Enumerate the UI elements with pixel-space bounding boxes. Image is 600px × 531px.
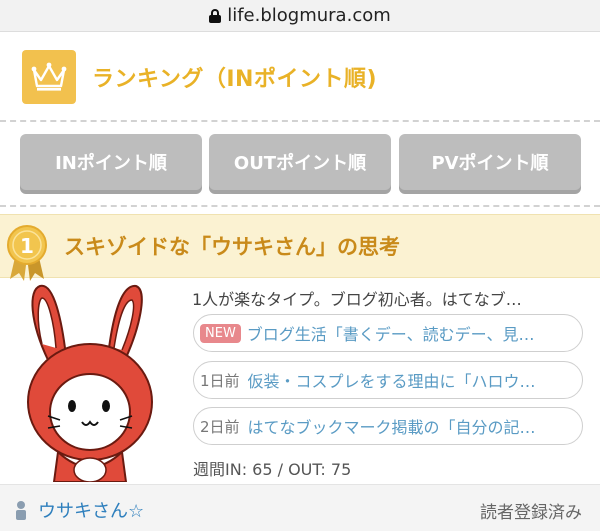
blog-avatar[interactable] bbox=[0, 282, 186, 482]
post-title: 仮装・コスプレをする理由に「ハロウ… bbox=[247, 372, 536, 391]
person-icon bbox=[16, 501, 26, 520]
sort-tabs: INポイント順 OUTポイント順 PVポイント順 bbox=[20, 134, 582, 190]
post-date: 2日前 bbox=[200, 417, 240, 436]
recent-post-item[interactable]: 2日前 はてなブックマーク掲載の「自分の記… bbox=[193, 407, 583, 445]
tab-out-points[interactable]: OUTポイント順 bbox=[209, 134, 391, 190]
crown-icon bbox=[22, 50, 76, 104]
post-title: はてなブックマーク掲載の「自分の記… bbox=[247, 418, 536, 437]
author-name: ウサキさん☆ bbox=[38, 501, 145, 522]
divider bbox=[0, 205, 600, 207]
url-text: life.blogmura.com bbox=[227, 5, 391, 26]
divider bbox=[0, 120, 600, 122]
rank-medal-icon: 1 bbox=[6, 223, 48, 283]
new-badge: NEW bbox=[200, 323, 241, 343]
blog-description: 1人が楽なタイプ。ブログ初心者。はてなブ… bbox=[192, 290, 522, 309]
recent-post-item[interactable]: NEW ブログ生活「書くデー、読むデー、見… bbox=[193, 314, 583, 352]
address-bar[interactable]: life.blogmura.com bbox=[0, 0, 600, 32]
post-date: 1日前 bbox=[200, 371, 240, 390]
weekly-stats: 週間IN: 65 / OUT: 75 bbox=[193, 460, 352, 479]
post-title: ブログ生活「書くデー、読むデー、見… bbox=[246, 325, 535, 344]
recent-post-item[interactable]: 1日前 仮装・コスプレをする理由に「ハロウ… bbox=[193, 361, 583, 399]
ranking-header: ランキング（INポイント順) bbox=[0, 33, 600, 121]
rank-number: 1 bbox=[20, 234, 34, 258]
blog-title-link[interactable]: スキゾイドな「ウサキさん」の思考 bbox=[64, 231, 400, 261]
tab-in-points[interactable]: INポイント順 bbox=[20, 134, 202, 190]
reader-status[interactable]: 読者登録済み bbox=[480, 498, 582, 523]
tab-pv-points[interactable]: PVポイント順 bbox=[399, 134, 581, 190]
ranking-entry-header[interactable]: 1 スキゾイドな「ウサキさん」の思考 bbox=[0, 214, 600, 281]
ranking-title: ランキング（INポイント順) bbox=[92, 67, 377, 92]
lock-icon bbox=[209, 8, 222, 23]
entry-footer: ウサキさん☆ 読者登録済み bbox=[0, 484, 600, 531]
author-link[interactable]: ウサキさん☆ bbox=[14, 497, 144, 523]
